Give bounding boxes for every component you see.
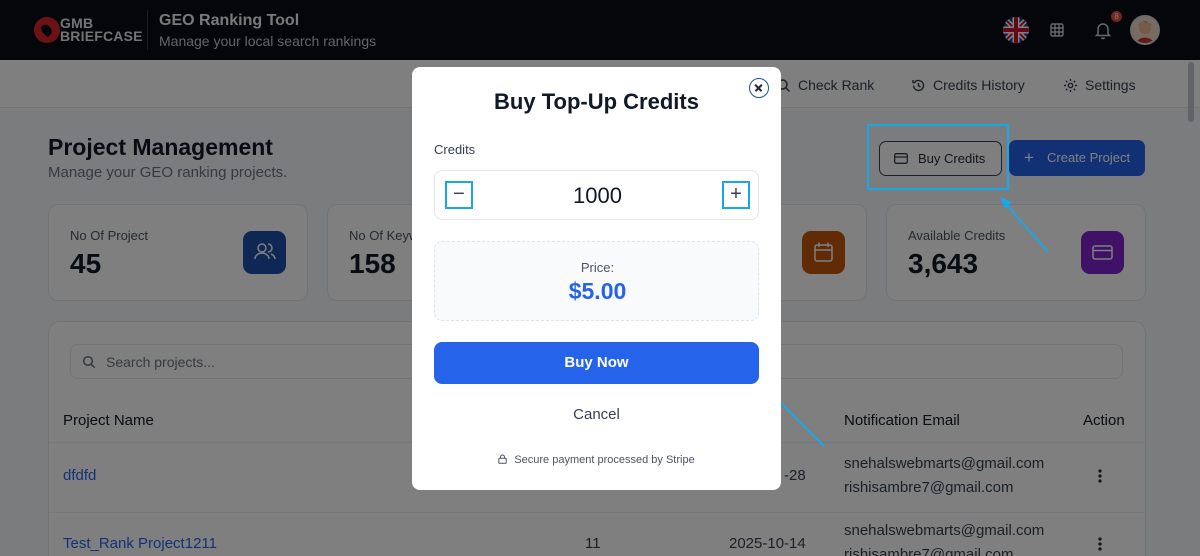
buy-credits-modal: Buy Top-Up Credits Credits − 1000 + Pric… [412,67,781,490]
close-icon[interactable] [749,78,769,98]
increment-button[interactable]: + [722,181,750,209]
highlight-box [867,124,1009,190]
cancel-button[interactable]: Cancel [412,406,781,423]
lock-icon [498,454,508,464]
credits-value[interactable]: 1000 [495,183,700,209]
price-box: Price: $5.00 [434,241,759,321]
annotation-arrow-icon [1000,197,1049,253]
buy-now-button[interactable]: Buy Now [434,342,759,384]
credits-stepper: − 1000 + [434,170,759,220]
price-value: $5.00 [568,278,627,304]
secure-payment-text: Secure payment processed by Stripe [514,454,695,466]
credits-label: Credits [434,142,476,157]
secure-payment-note: Secure payment processed by Stripe [412,454,781,466]
modal-title: Buy Top-Up Credits [494,89,699,114]
decrement-button[interactable]: − [445,181,473,209]
price-label: Price: [580,260,615,275]
